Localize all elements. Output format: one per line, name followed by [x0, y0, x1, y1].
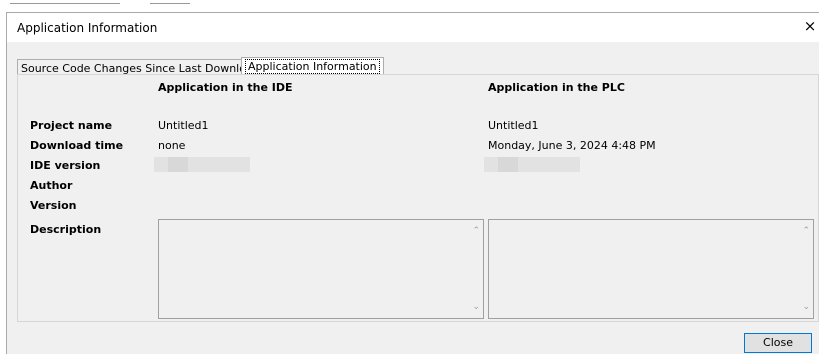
redaction-block — [168, 157, 188, 172]
tab-source-code-changes[interactable]: Source Code Changes Since Last Download — [17, 59, 264, 75]
tab-label: Application Information — [245, 59, 380, 74]
application-information-dialog: Application Information × Source Code Ch… — [6, 12, 819, 354]
plc-description-field[interactable]: ⌃ ⌄ — [488, 219, 814, 319]
tab-application-information[interactable]: Application Information — [241, 57, 384, 75]
ide-description-field[interactable]: ⌃ ⌄ — [158, 219, 484, 319]
project-name-label: Project name — [30, 119, 113, 132]
plc-column-header: Application in the PLC — [488, 81, 625, 94]
description-label: Description — [30, 223, 102, 236]
ide-download-time: none — [158, 139, 186, 152]
ide-project-name: Untitled1 — [158, 119, 209, 132]
version-label: Version — [30, 199, 77, 212]
close-icon[interactable]: × — [803, 17, 817, 35]
title-bar: Application Information × — [7, 13, 819, 42]
background-line — [150, 3, 190, 4]
background-window-strip — [0, 0, 819, 12]
plc-version-redacted — [484, 157, 580, 172]
plc-project-name: Untitled1 — [488, 119, 539, 132]
background-line — [10, 3, 120, 4]
ide-version-redacted — [154, 157, 250, 172]
author-label: Author — [30, 179, 73, 192]
redaction-block — [498, 157, 518, 172]
scroll-down-icon[interactable]: ⌄ — [472, 302, 480, 312]
close-button[interactable]: Close — [744, 333, 812, 353]
scroll-up-icon[interactable]: ⌃ — [472, 226, 480, 236]
scroll-down-icon[interactable]: ⌄ — [802, 302, 810, 312]
scroll-up-icon[interactable]: ⌃ — [802, 226, 810, 236]
ide-column-header: Application in the IDE — [158, 81, 293, 94]
plc-download-time: Monday, June 3, 2024 4:48 PM — [488, 139, 656, 152]
window-title: Application Information — [17, 21, 158, 35]
download-time-label: Download time — [30, 139, 124, 152]
tab-panel: Application in the IDE Application in th… — [17, 74, 819, 322]
ide-version-label: IDE version — [30, 159, 101, 172]
